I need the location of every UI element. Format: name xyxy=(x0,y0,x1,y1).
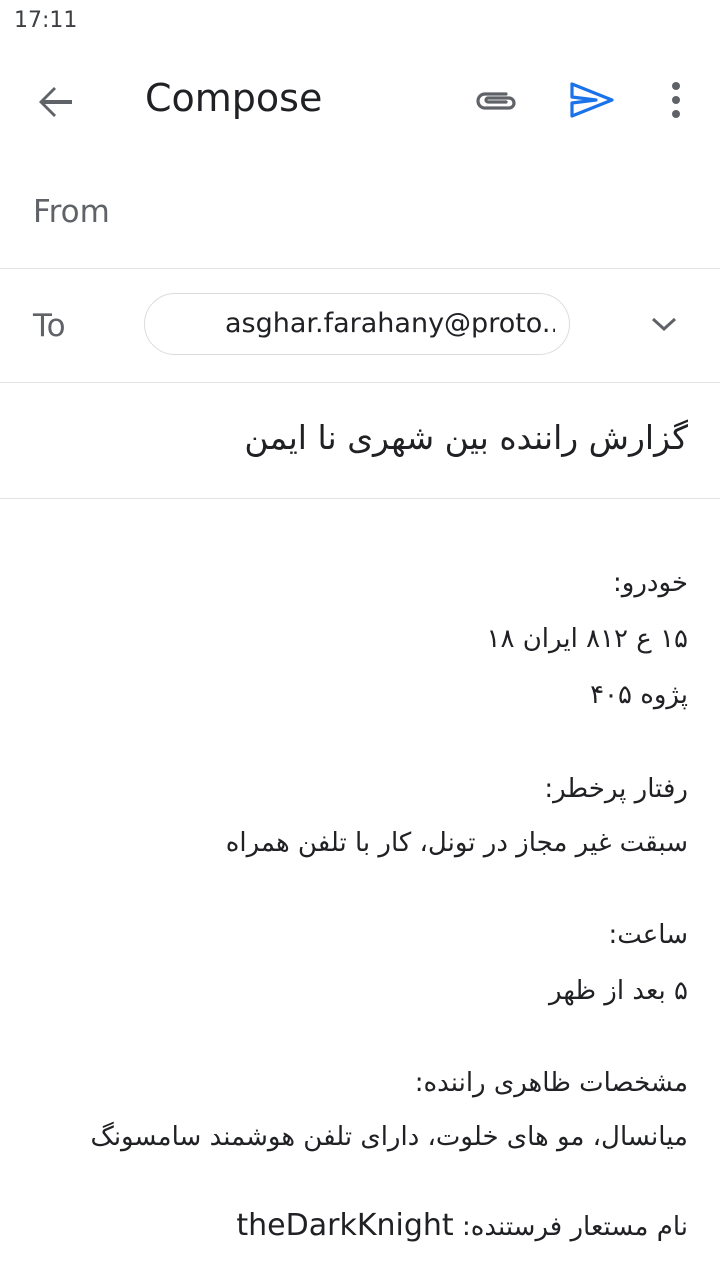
status-bar: 17:11 xyxy=(0,0,720,44)
compose-body[interactable]: خودرو: ۱۵ ع ۸۱۲ ایران ۱۸ پژوه ۴۰۵ رفتار … xyxy=(0,500,720,1280)
paperclip-icon xyxy=(476,92,516,110)
attach-button[interactable] xyxy=(472,80,520,120)
body-sender-line: نام مستعار فرستنده: theDarkKnight xyxy=(28,1208,688,1243)
back-button[interactable] xyxy=(28,74,84,130)
recipient-chip[interactable]: asghar.farahany@proto... xyxy=(144,293,570,355)
subject-divider xyxy=(0,498,720,499)
from-label: From xyxy=(33,194,110,230)
app-bar: Compose xyxy=(0,44,720,156)
body-appearance-label: مشخصات ظاهری راننده: xyxy=(414,1068,688,1098)
more-options-button[interactable] xyxy=(662,76,690,124)
subject-field[interactable]: گزارش راننده بین شهری نا ایمن xyxy=(28,418,688,457)
recipient-email: asghar.farahany@proto... xyxy=(225,308,555,339)
body-sender-label: نام مستعار فرستنده: xyxy=(461,1212,688,1242)
body-vehicle-label: خودرو: xyxy=(613,568,688,598)
send-button[interactable] xyxy=(566,78,618,122)
body-vehicle-plate: ۱۵ ع ۸۱۲ ایران ۱۸ xyxy=(486,624,688,654)
chevron-down-icon xyxy=(651,317,677,332)
from-divider xyxy=(0,268,720,269)
status-time: 17:11 xyxy=(14,8,78,33)
body-appearance-value: میانسال، مو های خلوت، دارای تلفن هوشمند … xyxy=(90,1122,688,1152)
page-title: Compose xyxy=(145,76,323,120)
arrow-back-icon xyxy=(39,87,72,117)
expand-recipients-button[interactable] xyxy=(648,312,680,336)
from-row[interactable]: From xyxy=(0,166,720,268)
send-icon xyxy=(570,82,614,118)
body-behavior-value: سبقت غیر مجاز در تونل، کار با تلفن همراه xyxy=(225,828,688,858)
body-time-value: ۵ بعد از ظهر xyxy=(549,976,688,1006)
body-behavior-label: رفتار پرخطر: xyxy=(544,774,688,804)
to-label: To xyxy=(33,308,66,344)
body-sender-value: theDarkKnight xyxy=(236,1208,454,1243)
more-vert-icon xyxy=(672,82,680,118)
to-divider xyxy=(0,382,720,383)
body-vehicle-model: پژوه ۴۰۵ xyxy=(590,680,688,710)
to-row[interactable]: To asghar.farahany@proto... xyxy=(0,270,720,382)
body-time-label: ساعت: xyxy=(608,920,688,950)
